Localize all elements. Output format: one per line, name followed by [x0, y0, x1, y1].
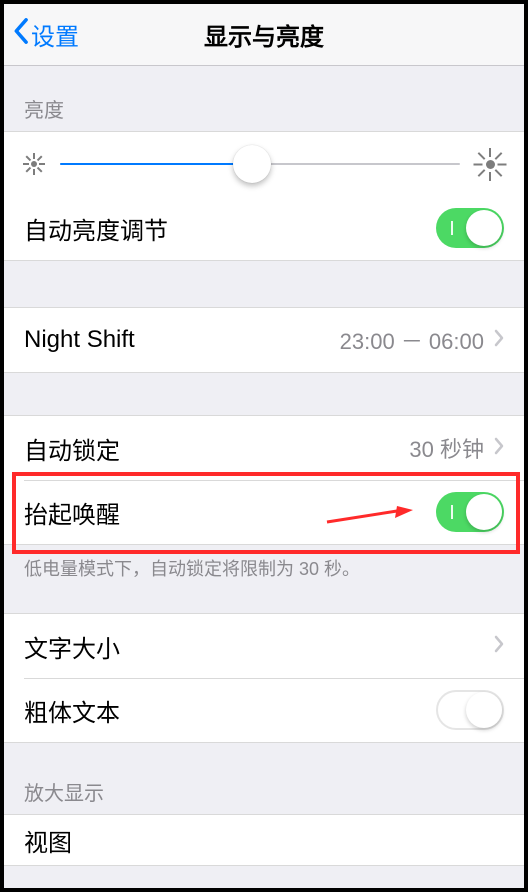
raise-to-wake-switch[interactable]	[436, 492, 504, 532]
chevron-right-icon	[494, 633, 504, 659]
auto-brightness-row: 自动亮度调节	[4, 196, 524, 260]
night-shift-row[interactable]: Night Shift 23:00 － 06:00	[4, 308, 524, 372]
night-shift-schedule: 23:00 － 06:00	[340, 324, 484, 356]
brightness-slider[interactable]	[60, 163, 460, 165]
chevron-right-icon	[494, 435, 504, 461]
back-button[interactable]: 设置	[4, 17, 79, 52]
text-size-row[interactable]: 文字大小	[4, 614, 524, 678]
low-power-note: 低电量模式下，自动锁定将限制为 30 秒。	[4, 545, 524, 591]
view-label: 视图	[24, 823, 72, 858]
chevron-right-icon	[494, 327, 504, 353]
raise-to-wake-row: 抬起唤醒	[4, 480, 524, 544]
night-shift-label: Night Shift	[24, 326, 135, 354]
page-title: 显示与亮度	[204, 17, 324, 52]
back-label: 设置	[31, 17, 79, 52]
bold-text-label: 粗体文本	[24, 693, 120, 728]
auto-brightness-switch[interactable]	[436, 208, 504, 248]
brightness-low-icon	[24, 154, 44, 174]
zoom-header: 放大显示	[4, 743, 524, 814]
text-size-label: 文字大小	[24, 629, 120, 664]
slider-thumb[interactable]	[233, 145, 271, 183]
bold-text-switch[interactable]	[436, 690, 504, 730]
chevron-left-icon	[12, 17, 29, 52]
auto-lock-value: 30 秒钟	[409, 432, 484, 464]
bold-text-row: 粗体文本	[4, 678, 524, 742]
view-row[interactable]: 视图	[4, 815, 524, 865]
auto-brightness-label: 自动亮度调节	[24, 211, 168, 246]
nav-bar: 设置 显示与亮度	[4, 4, 524, 66]
brightness-high-icon	[476, 150, 504, 178]
raise-to-wake-label: 抬起唤醒	[24, 495, 120, 530]
auto-lock-label: 自动锁定	[24, 431, 120, 466]
auto-lock-row[interactable]: 自动锁定 30 秒钟	[4, 416, 524, 480]
brightness-header: 亮度	[4, 66, 524, 131]
brightness-slider-cell	[4, 132, 524, 196]
